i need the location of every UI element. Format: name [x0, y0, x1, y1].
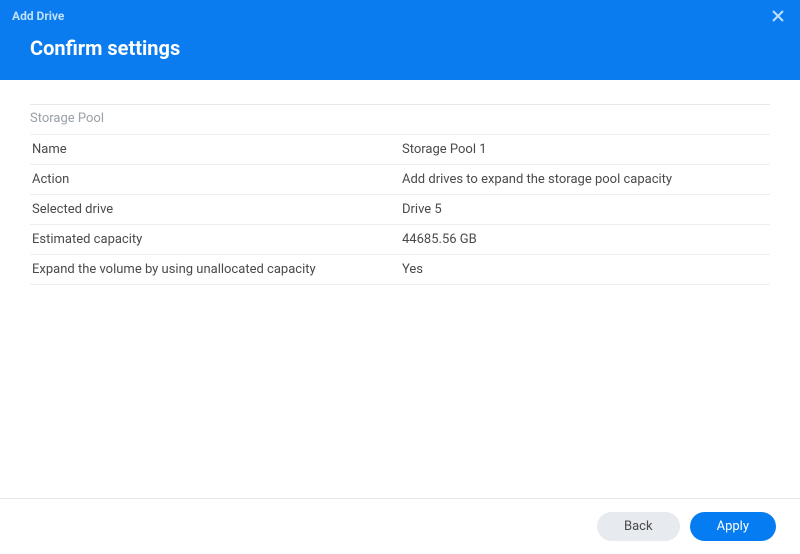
dialog-header: Add Drive Confirm settings — [0, 0, 800, 80]
detail-value: 44685.56 GB — [400, 225, 770, 255]
detail-label: Estimated capacity — [30, 225, 400, 255]
window-title: Add Drive — [12, 9, 64, 23]
detail-value: Add drives to expand the storage pool ca… — [400, 165, 770, 195]
details-table: Name Storage Pool 1 Action Add drives to… — [30, 134, 770, 285]
detail-label: Action — [30, 165, 400, 195]
detail-label: Expand the volume by using unallocated c… — [30, 255, 400, 285]
table-row: Estimated capacity 44685.56 GB — [30, 225, 770, 255]
dialog-footer: Back Apply — [0, 498, 800, 554]
page-title: Confirm settings — [30, 36, 770, 60]
detail-value: Storage Pool 1 — [400, 135, 770, 165]
apply-button[interactable]: Apply — [690, 512, 776, 541]
table-row: Expand the volume by using unallocated c… — [30, 255, 770, 285]
detail-label: Name — [30, 135, 400, 165]
table-row: Name Storage Pool 1 — [30, 135, 770, 165]
close-button[interactable] — [768, 6, 788, 26]
detail-value: Drive 5 — [400, 195, 770, 225]
dialog-content: Storage Pool Name Storage Pool 1 Action … — [0, 80, 800, 285]
back-button[interactable]: Back — [597, 512, 680, 541]
table-row: Selected drive Drive 5 — [30, 195, 770, 225]
detail-label: Selected drive — [30, 195, 400, 225]
header-main: Confirm settings — [0, 26, 800, 80]
header-top-bar: Add Drive — [0, 0, 800, 26]
detail-value: Yes — [400, 255, 770, 285]
table-row: Action Add drives to expand the storage … — [30, 165, 770, 195]
close-icon — [772, 10, 784, 22]
section-title: Storage Pool — [30, 104, 770, 134]
